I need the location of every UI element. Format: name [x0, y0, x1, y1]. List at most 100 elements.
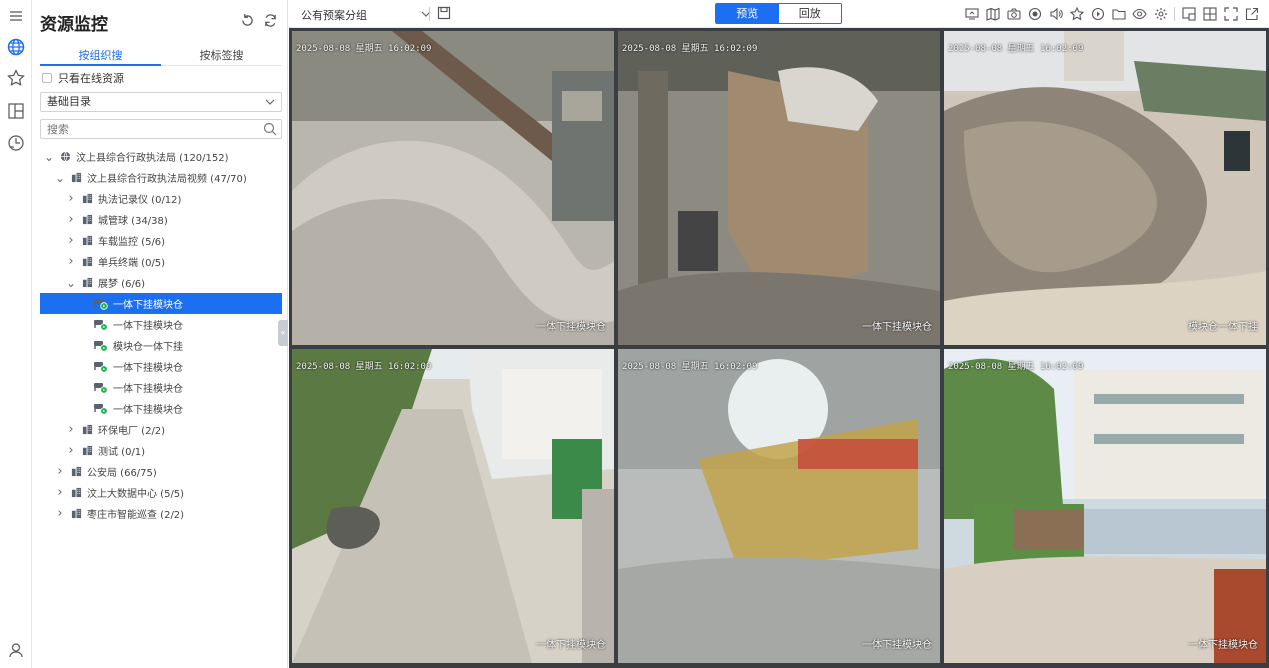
- chevron-right-icon[interactable]: ›: [66, 422, 76, 437]
- directory-select[interactable]: 基础目录: [40, 92, 282, 112]
- video-tile-6[interactable]: 2025-08-08 星期五 16:02:09 一体下挂模块仓: [944, 349, 1266, 663]
- save-icon[interactable]: [437, 6, 451, 23]
- tree-node-label: 汶上大数据中心 (5/5): [87, 489, 185, 500]
- fullscreen-icon[interactable]: [1223, 6, 1238, 21]
- video-tile-4[interactable]: 2025-08-08 星期五 16:02:09 一体下挂模块仓: [292, 349, 614, 663]
- tree-node[interactable]: 一体下挂模块仓: [40, 314, 282, 335]
- video-tile-5[interactable]: 2025-08-08 星期五 16:02:09 一体下挂模块仓: [618, 349, 940, 663]
- tree-node-label: 一体下挂模块仓: [113, 384, 183, 395]
- building-icon: [71, 508, 82, 519]
- chevron-down-icon[interactable]: ⌄: [44, 151, 54, 163]
- tree-node[interactable]: › 单兵终端 (0/5): [40, 251, 282, 272]
- tree-node[interactable]: › 汶上大数据中心 (5/5): [40, 482, 282, 503]
- tree-node-label: 执法记录仪 (0/12): [98, 195, 182, 206]
- user-icon[interactable]: [6, 640, 26, 660]
- online-only-checkbox[interactable]: [42, 73, 52, 83]
- tree-node-label: 环保电厂 (2/2): [98, 426, 166, 437]
- search-box: [40, 119, 282, 139]
- tree-node[interactable]: ⌄ 汶上县综合行政执法局 (120/152): [40, 146, 282, 167]
- chevron-right-icon[interactable]: ›: [55, 506, 65, 521]
- playback-button[interactable]: 回放: [778, 4, 841, 23]
- collapse-panel-handle[interactable]: «: [278, 320, 288, 346]
- search-icon[interactable]: [263, 122, 277, 139]
- mode-switch: 预览 回放: [715, 3, 842, 24]
- chevron-right-icon[interactable]: ›: [66, 212, 76, 227]
- volume-icon[interactable]: [1048, 6, 1063, 21]
- layout-nav-icon[interactable]: [6, 101, 26, 121]
- grid-layout-icon[interactable]: [1202, 6, 1217, 21]
- favorite-icon[interactable]: [1069, 6, 1084, 21]
- group-select[interactable]: 公有预案分组: [301, 7, 431, 23]
- globe-nav-icon[interactable]: [6, 37, 26, 57]
- undo-icon[interactable]: [241, 14, 254, 30]
- chevron-right-icon[interactable]: ›: [55, 485, 65, 500]
- gear-icon[interactable]: [1153, 6, 1168, 21]
- online-only-label: 只看在线资源: [58, 72, 124, 85]
- tree-node-label: 汶上县综合行政执法局视频 (47/70): [87, 174, 247, 185]
- tree-node[interactable]: › 测试 (0/1): [40, 440, 282, 461]
- building-icon: [71, 466, 82, 477]
- eye-icon[interactable]: [1132, 6, 1147, 21]
- tab-by-organization[interactable]: 按组织搜: [40, 48, 161, 66]
- tree-node-label: 一体下挂模块仓: [113, 363, 183, 374]
- search-input[interactable]: [41, 120, 251, 138]
- video-caption: 一体下挂模块仓: [536, 640, 606, 651]
- chevron-down-icon[interactable]: ⌄: [55, 172, 65, 184]
- resource-tree: ⌄ 汶上县综合行政执法局 (120/152) ⌄ 汶上县综合行政执法局视频 (47/7…: [40, 146, 282, 524]
- video-caption: 一体下挂模块仓: [536, 322, 606, 333]
- external-window-icon[interactable]: [1244, 6, 1259, 21]
- chevron-right-icon[interactable]: ›: [66, 443, 76, 458]
- tree-node[interactable]: 一体下挂模块仓: [40, 398, 282, 419]
- tree-node[interactable]: 一体下挂模块仓: [40, 377, 282, 398]
- chevron-down-icon[interactable]: ⌄: [66, 277, 76, 289]
- tree-node[interactable]: › 枣庄市智能巡查 (2/2): [40, 503, 282, 524]
- building-icon: [82, 256, 93, 267]
- map-icon[interactable]: [985, 6, 1000, 21]
- record-icon[interactable]: [1027, 6, 1042, 21]
- tree-node[interactable]: 模块仓一体下挂: [40, 335, 282, 356]
- building-icon: [82, 214, 93, 225]
- menu-icon[interactable]: [6, 6, 26, 26]
- chevron-right-icon[interactable]: ›: [55, 464, 65, 479]
- tree-node[interactable]: › 公安局 (66/75): [40, 461, 282, 482]
- video-grid: 2025-08-08 星期五 16:02:09 一体下挂模块仓 2025-08-…: [289, 28, 1269, 668]
- tree-node-label: 枣庄市智能巡查 (2/2): [87, 510, 185, 521]
- video-tile-1[interactable]: 2025-08-08 星期五 16:02:09 一体下挂模块仓: [292, 31, 614, 345]
- camera-icon[interactable]: [1006, 6, 1021, 21]
- video-caption: 一体下挂模块仓: [1188, 640, 1258, 651]
- online-only-toggle[interactable]: 只看在线资源: [42, 70, 124, 86]
- tree-node-label: 展梦 (6/6): [98, 279, 146, 290]
- tree-node[interactable]: 一体下挂模块仓: [40, 356, 282, 377]
- screen-icon[interactable]: [964, 6, 979, 21]
- tab-by-tag[interactable]: 按标签搜: [161, 48, 282, 65]
- tree-node[interactable]: ⌄ 展梦 (6/6): [40, 272, 282, 293]
- video-tile-3[interactable]: 2025-08-08 星期五 16:02:09 模块仓一体下挂: [944, 31, 1266, 345]
- tree-node[interactable]: ⌄ 汶上县综合行政执法局视频 (47/70): [40, 167, 282, 188]
- tree-node[interactable]: › 执法记录仪 (0/12): [40, 188, 282, 209]
- tree-node-label: 一体下挂模块仓: [113, 321, 183, 332]
- chevron-right-icon[interactable]: ›: [66, 191, 76, 206]
- folder-icon[interactable]: [1111, 6, 1126, 21]
- search-mode-tabs: 按组织搜 按标签搜: [40, 48, 282, 66]
- camera-online-icon: [93, 382, 108, 394]
- building-icon: [82, 235, 93, 246]
- playback-icon[interactable]: [1090, 6, 1105, 21]
- refresh-icon[interactable]: [264, 14, 277, 30]
- chevron-right-icon[interactable]: ›: [66, 254, 76, 269]
- tree-node[interactable]: 一体下挂模块仓: [40, 293, 282, 314]
- camera-online-icon: [93, 361, 108, 373]
- chevron-right-icon[interactable]: ›: [66, 233, 76, 248]
- history-nav-icon[interactable]: [6, 133, 26, 153]
- window-capture-icon[interactable]: [1181, 6, 1196, 21]
- tree-node[interactable]: › 车载监控 (5/6): [40, 230, 282, 251]
- preview-button[interactable]: 预览: [716, 4, 779, 23]
- building-icon: [71, 172, 82, 183]
- star-nav-icon[interactable]: [6, 68, 26, 88]
- tree-node[interactable]: › 环保电厂 (2/2): [40, 419, 282, 440]
- divider: [429, 7, 430, 21]
- video-timestamp: 2025-08-08 星期五 16:02:09: [296, 44, 432, 54]
- divider: [1174, 6, 1175, 21]
- group-select-value: 公有预案分组: [301, 9, 367, 22]
- video-tile-2[interactable]: 2025-08-08 星期五 16:02:09 一体下挂模块仓: [618, 31, 940, 345]
- tree-node[interactable]: › 城管球 (34/38): [40, 209, 282, 230]
